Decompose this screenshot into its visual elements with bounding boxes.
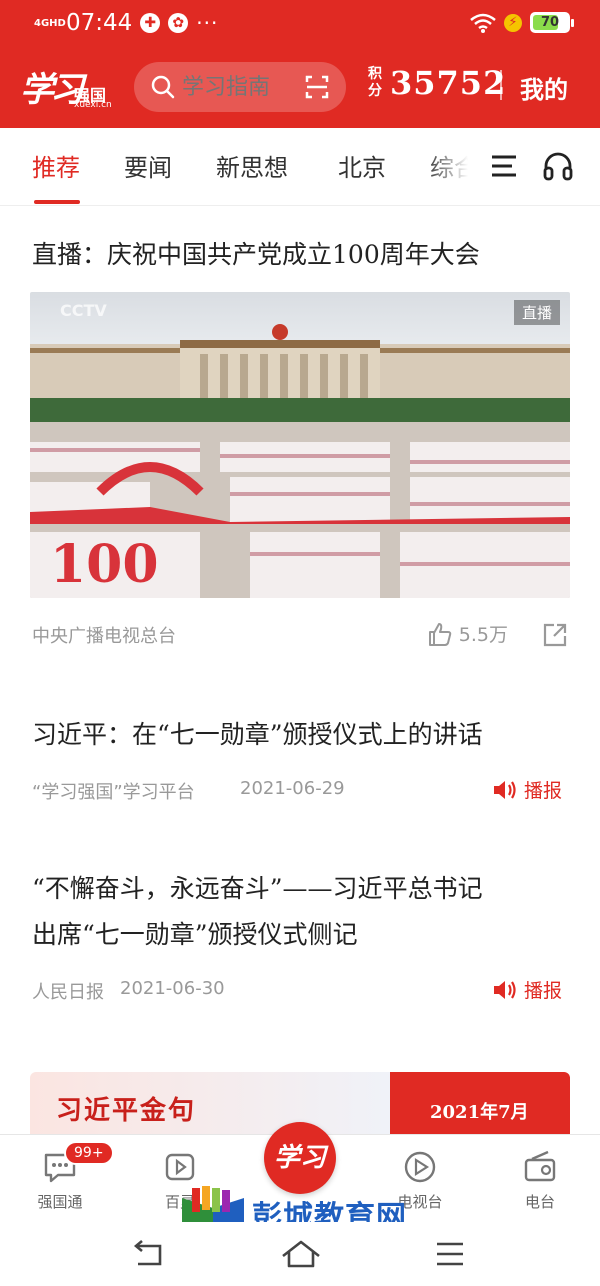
broadcast-label: 播报	[523, 780, 562, 802]
xuexi-center-button[interactable]: 学习	[264, 1122, 336, 1194]
like-button[interactable]: 5.5万	[427, 620, 508, 647]
feed-item-title[interactable]: 习近平：在“七一勋章”颁授仪式上的讲话	[32, 712, 572, 758]
nav-radio-label: 电台	[524, 1193, 555, 1211]
status-bar: 4GHD 07:44 ✚ ✿ ··· ⚡ 70	[0, 0, 600, 46]
tab-beijing[interactable]: 北京	[338, 148, 386, 183]
broadcast-label: 播报	[523, 980, 562, 1002]
mine-button[interactable]: 我的	[520, 70, 568, 105]
app-header: 4GHD 07:44 ✚ ✿ ··· ⚡ 70 学习 强国 xuexi.cn 学…	[0, 0, 600, 128]
battery-level: 70	[540, 15, 560, 30]
wifi-icon	[470, 13, 496, 33]
battery-icon: 70	[530, 12, 574, 33]
broadcast-button[interactable]: 播报	[492, 976, 562, 1003]
tab-news[interactable]: 要闻	[124, 148, 172, 183]
like-count: 5.5万	[458, 624, 508, 646]
banner-right: 2021年7月	[390, 1072, 570, 1134]
active-tab-indicator	[34, 200, 80, 204]
broadcast-button[interactable]: 播报	[492, 776, 562, 803]
search-box[interactable]	[134, 62, 346, 112]
svg-text:100: 100	[50, 534, 159, 595]
play-icon	[404, 1151, 436, 1183]
network-type: 4GHD	[34, 17, 66, 29]
banner-date: 2021年7月	[430, 1102, 529, 1123]
nav-chat[interactable]: 强国通 99+	[20, 1141, 114, 1212]
logo-url: xuexi.cn	[74, 100, 112, 110]
banner-left: 习近平金句	[30, 1072, 390, 1134]
scan-icon[interactable]	[304, 74, 330, 100]
tab-new-thought[interactable]: 新思想	[216, 148, 288, 183]
bailing-icon	[165, 1153, 195, 1181]
tab-fade	[426, 128, 486, 204]
system-navigation-bar	[0, 1222, 600, 1286]
svg-text:CCTV: CCTV	[60, 301, 107, 320]
feed-item-source: 中央广播电视总台	[32, 626, 176, 647]
clock: 07:44	[66, 10, 133, 36]
speaker-icon	[493, 780, 516, 799]
home-icon[interactable]	[280, 1238, 322, 1270]
header-divider	[500, 70, 502, 100]
search-input[interactable]	[182, 74, 302, 100]
feed-item-title[interactable]: 直播：庆祝中国共产党成立100周年大会	[32, 232, 572, 278]
nav-chat-label: 强国通	[37, 1193, 83, 1211]
unread-badge: 99+	[64, 1141, 114, 1165]
status-left: 4GHD 07:44 ✚ ✿ ···	[34, 10, 218, 36]
feed-item-title-line1: “不懈奋斗，永远奋斗”——习近平总书记	[32, 874, 483, 903]
tab-recommend[interactable]: 推荐	[32, 148, 80, 183]
feed-item-title[interactable]: “不懈奋斗，永远奋斗”——习近平总书记 出席“七一勋章”颁授仪式侧记	[32, 866, 572, 958]
live-broadcast-image[interactable]: 100 CCTV 直播	[30, 292, 570, 598]
feed-item-title-line2: 出席“七一勋章”颁授仪式侧记	[32, 920, 358, 949]
points-value[interactable]: 35752	[390, 64, 506, 102]
charging-icon: ⚡	[504, 13, 522, 32]
notification-icon: ✚	[140, 13, 161, 33]
search-icon	[151, 75, 175, 99]
headphone-icon[interactable]	[542, 150, 574, 182]
feed-item-date: 2021-06-29	[240, 778, 345, 799]
radio-icon	[524, 1150, 556, 1182]
status-right: ⚡ 70	[470, 12, 574, 33]
feed-item-date: 2021-06-30	[120, 978, 225, 999]
back-icon[interactable]	[132, 1238, 168, 1270]
recents-icon[interactable]	[434, 1238, 466, 1270]
app-bar: 学习 强国 xuexi.cn 积分 35752 我的	[0, 58, 600, 118]
logo-script: 学习	[20, 70, 84, 110]
thumbs-up-icon	[428, 622, 452, 646]
menu-icon[interactable]	[490, 152, 518, 180]
great-hall-scene-image: 100 CCTV	[30, 292, 570, 598]
nav-radio[interactable]: 电台	[500, 1145, 580, 1212]
speaker-icon	[493, 980, 516, 999]
xuexi-logo[interactable]: 学习 强国 xuexi.cn	[20, 62, 120, 114]
live-badge: 直播	[513, 300, 560, 325]
app-notification-icon: ✿	[168, 13, 189, 33]
feed-item-source: 人民日报	[32, 982, 104, 1003]
points-label: 积分	[368, 66, 382, 99]
feed-item-source: “学习强国”学习平台	[32, 782, 195, 803]
share-icon[interactable]	[542, 622, 568, 648]
more-notifications-icon: ···	[196, 11, 219, 35]
channel-tabs: 推荐 要闻 新思想 北京 综合	[0, 128, 600, 206]
banner-title: 习近平金句	[56, 1096, 197, 1126]
